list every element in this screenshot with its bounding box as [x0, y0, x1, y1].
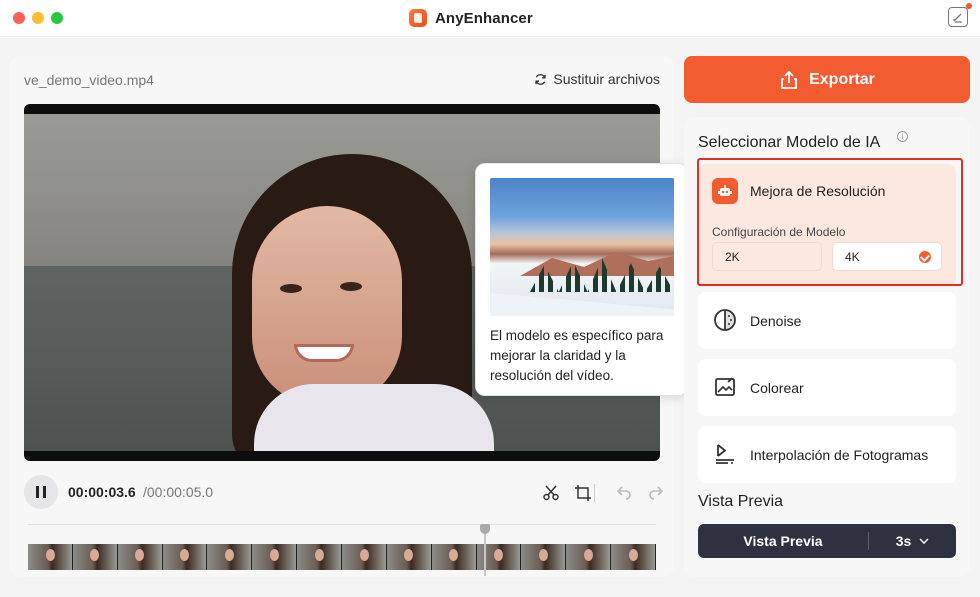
model-config-label: Configuración de Modelo [712, 225, 846, 239]
maximize-window-button[interactable] [51, 12, 63, 24]
pause-icon [36, 486, 46, 498]
app-title: AnyEnhancer [409, 8, 533, 28]
timeline-thumbnails [28, 544, 657, 570]
export-label: Exportar [809, 70, 875, 88]
refresh-icon [535, 73, 547, 85]
tooltip-text: El modelo es específico para mejorar la … [490, 328, 664, 383]
app-name: AnyEnhancer [435, 9, 533, 27]
checkmark-icon [919, 251, 931, 263]
model-label-frame-interpolation: Interpolación de Fotogramas [750, 447, 929, 463]
model-label-resolution: Mejora de Resolución [750, 183, 886, 199]
title-bar: AnyEnhancer [0, 0, 980, 37]
crop-icon[interactable] [573, 483, 593, 503]
player-controls: 00:00:03.6 /00:00:05.0 [24, 475, 664, 511]
colorize-icon [712, 374, 738, 400]
info-icon[interactable]: i [897, 131, 908, 142]
app-logo-icon [409, 9, 427, 27]
model-card-denoise[interactable]: Denoise [698, 292, 956, 349]
frame-interpolation-icon [712, 441, 738, 467]
replace-files-button[interactable]: Sustituir archivos [534, 71, 660, 87]
resolution-4k-label: 4K [845, 249, 860, 264]
timeline[interactable] [24, 524, 660, 576]
preview-button[interactable]: Vista Previa [698, 533, 868, 549]
replace-files-label: Sustituir archivos [553, 71, 660, 87]
feedback-icon[interactable] [948, 3, 972, 27]
pause-button[interactable] [24, 475, 58, 509]
undo-icon[interactable] [614, 483, 634, 503]
resolution-2k-label: 2K [725, 249, 740, 264]
chevron-down-icon [919, 538, 929, 544]
model-card-colorize[interactable]: Colorear [698, 359, 956, 416]
controls-divider [594, 484, 595, 502]
model-tooltip: El modelo es específico para mejorar la … [475, 163, 688, 396]
close-window-button[interactable] [13, 12, 25, 24]
redo-icon[interactable] [646, 483, 666, 503]
tooltip-image [490, 178, 674, 316]
model-card-frame-interpolation[interactable]: Interpolación de Fotogramas [698, 426, 956, 483]
export-button[interactable]: Exportar [684, 56, 970, 103]
playhead-handle[interactable] [480, 524, 490, 534]
denoise-icon [712, 307, 738, 333]
current-time: 00:00:03.6 [68, 484, 136, 500]
file-name: ve_demo_video.mp4 [24, 72, 154, 88]
model-card-resolution[interactable]: Mejora de Resolución Configuración de Mo… [698, 164, 956, 286]
minimize-window-button[interactable] [32, 12, 44, 24]
robot-icon [712, 178, 738, 204]
preview-section-title: Vista Previa [698, 493, 784, 510]
model-section-title: Seleccionar Modelo de IA [698, 134, 881, 151]
model-label-denoise: Denoise [750, 313, 802, 329]
model-label-colorize: Colorear [750, 380, 804, 396]
resolution-2k-option[interactable]: 2K [712, 242, 822, 271]
preview-bar: Vista Previa 3s [698, 524, 956, 558]
cut-icon[interactable] [541, 483, 561, 503]
resolution-4k-option[interactable]: 4K [832, 242, 942, 271]
total-time: /00:00:05.0 [143, 484, 214, 500]
preview-duration-select[interactable]: 3s [869, 533, 956, 549]
export-icon [781, 70, 797, 89]
model-panel: Seleccionar Modelo de IA i Mejora de Res… [684, 117, 970, 577]
preview-duration-value: 3s [895, 533, 912, 549]
